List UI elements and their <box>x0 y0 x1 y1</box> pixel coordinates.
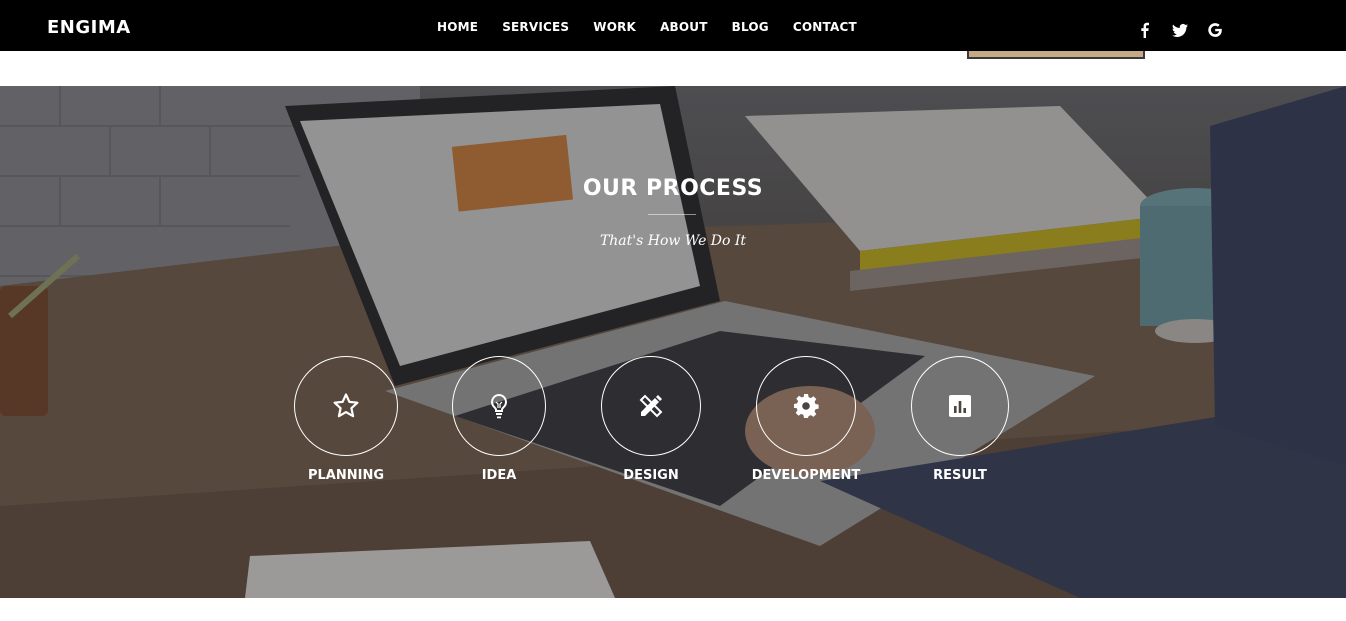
section-subtitle: That's How We Do It <box>599 233 747 249</box>
gear-icon <box>794 394 819 418</box>
development-circle[interactable] <box>756 356 856 456</box>
nav-about[interactable]: ABOUT <box>660 20 708 34</box>
step-label-planning: PLANNING <box>307 468 385 483</box>
result-circle[interactable] <box>911 356 1009 456</box>
navbar: ENGIMA HOME SERVICES WORK ABOUT BLOG CON… <box>0 0 1346 51</box>
brand-logo[interactable]: ENGIMA <box>47 17 131 38</box>
pencil-ruler-icon <box>639 394 663 418</box>
process-section: OUR PROCESS That's How We Do It PLANNING… <box>0 86 1346 598</box>
step-label-design: DESIGN <box>623 468 679 483</box>
lightbulb-icon <box>491 393 507 419</box>
process-step-planning: PLANNING <box>291 356 401 483</box>
step-label-idea: IDEA <box>481 468 517 483</box>
social-links <box>1135 20 1240 40</box>
nav-work[interactable]: WORK <box>593 20 636 34</box>
nav-blog[interactable]: BLOG <box>732 20 769 34</box>
design-circle[interactable] <box>601 356 701 456</box>
main-nav: HOME SERVICES WORK ABOUT BLOG CONTACT <box>437 20 881 34</box>
nav-contact[interactable]: CONTACT <box>793 20 857 34</box>
twitter-icon[interactable] <box>1170 20 1190 40</box>
title-divider <box>648 214 696 215</box>
nav-home[interactable]: HOME <box>437 20 478 34</box>
planning-circle[interactable] <box>294 356 398 456</box>
nav-services[interactable]: SERVICES <box>502 20 569 34</box>
google-icon[interactable] <box>1205 20 1225 40</box>
process-step-development: DEVELOPMENT <box>751 356 861 483</box>
bar-chart-icon <box>949 395 971 417</box>
process-step-design: DESIGN <box>596 356 706 483</box>
idea-circle[interactable] <box>452 356 546 456</box>
process-step-result: RESULT <box>905 356 1015 483</box>
section-title: OUR PROCESS <box>582 176 764 201</box>
dark-overlay <box>0 86 1346 598</box>
step-label-result: RESULT <box>933 468 987 483</box>
facebook-icon[interactable] <box>1135 20 1155 40</box>
star-icon <box>333 393 359 418</box>
process-step-idea: IDEA <box>444 356 554 483</box>
step-label-development: DEVELOPMENT <box>751 468 861 483</box>
